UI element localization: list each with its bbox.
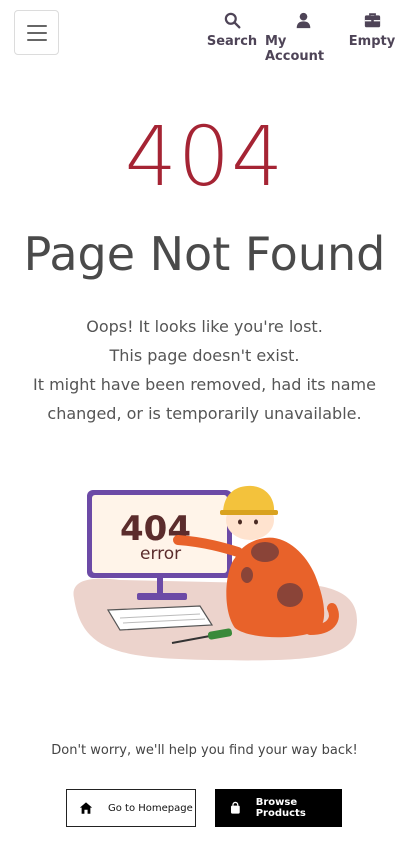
go-to-homepage-button[interactable]: Go to Homepage [66, 789, 196, 827]
my-account-nav-label: My Account [265, 34, 325, 64]
menu-button[interactable] [14, 10, 59, 55]
hamburger-icon-bar [26, 38, 47, 41]
cart-nav-label: Empty [348, 34, 396, 49]
cart-nav-button[interactable]: Empty [348, 12, 396, 49]
error-code: 404 [124, 110, 285, 205]
hamburger-icon-bar [26, 31, 47, 34]
shopping-bag-icon [230, 801, 240, 814]
error-message-line: This page doesn't exist. [109, 346, 300, 365]
error-message-line: It might have been removed, had its name [33, 375, 376, 394]
search-icon [224, 12, 240, 29]
hard-hat [223, 485, 275, 512]
browse-products-button[interactable]: Browse Products [215, 789, 342, 827]
help-text: Don't worry, we'll help you find your wa… [51, 743, 358, 758]
site-header: Search My Account Empty [0, 0, 409, 64]
404-cat-illustration: 404 error [73, 485, 357, 661]
monitor-stand [157, 578, 163, 594]
browse-products-label: Browse Products [255, 797, 306, 819]
error-message: Oops! It looks like you're lost. This pa… [0, 312, 409, 428]
search-nav-button[interactable]: Search [206, 12, 258, 49]
search-nav-label: Search [206, 34, 258, 49]
error-message-line: Oops! It looks like you're lost. [86, 317, 323, 336]
monitor-screen-text: error [140, 544, 181, 564]
home-icon [79, 802, 93, 814]
go-to-homepage-label: Go to Homepage [108, 802, 193, 814]
user-icon [296, 12, 310, 29]
page-title: Page Not Found [23, 227, 386, 281]
briefcase-icon [364, 13, 380, 28]
hamburger-icon [26, 24, 47, 27]
error-message-line: changed, or is temporarily unavailable. [47, 404, 362, 423]
monitor-base [137, 593, 187, 600]
my-account-nav-button[interactable]: My Account [265, 12, 341, 64]
